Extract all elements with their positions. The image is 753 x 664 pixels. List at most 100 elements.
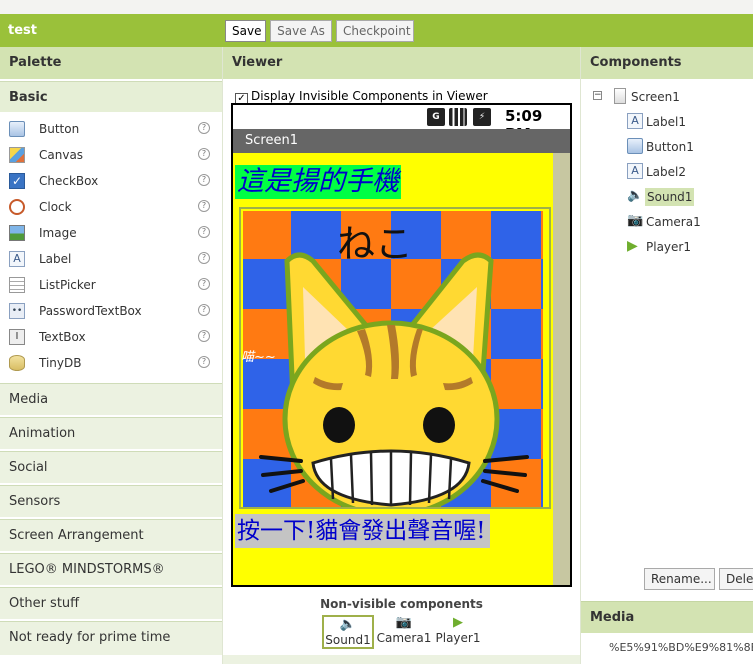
project-toolbar: test Save Save As Checkpoint <box>0 14 753 47</box>
palette-item-clock[interactable]: Clock ? <box>0 194 222 220</box>
palette-item-label: Button <box>39 122 80 136</box>
password-icon: •• <box>9 303 25 319</box>
media-file-item[interactable]: %E5%91%BD%E9%81%8B <box>609 641 753 654</box>
palette-item-passwordtextbox[interactable]: •• PasswordTextBox ? <box>0 298 222 324</box>
screen-title-bar: Screen1 <box>233 129 570 153</box>
palette-item-button[interactable]: Button ? <box>0 116 222 142</box>
nonvisible-label: Player1 <box>435 631 481 645</box>
button-icon <box>9 121 25 137</box>
components-header: Components <box>581 47 753 79</box>
browser-strip <box>0 0 753 14</box>
phone-status-bar: G ⚡ 5:09 PM <box>233 105 570 143</box>
viewer-footer <box>223 655 580 664</box>
palette-item-label: TinyDB <box>39 356 82 370</box>
meow-text: 喵~~ <box>241 350 276 365</box>
drawer-animation[interactable]: Animation <box>0 417 222 449</box>
play-icon: ▶ <box>453 615 463 630</box>
help-icon[interactable]: ? <box>198 330 210 342</box>
display-invisible-label: Display Invisible Components in Viewer <box>251 89 488 103</box>
checkpoint-button[interactable]: Checkpoint <box>336 20 414 42</box>
screen-scrollbar[interactable] <box>553 153 570 585</box>
help-icon[interactable]: ? <box>198 174 210 186</box>
help-icon[interactable]: ? <box>198 304 210 316</box>
signal-icon <box>449 108 467 126</box>
drawer-basic[interactable]: Basic <box>0 81 222 112</box>
help-icon[interactable]: ? <box>198 226 210 238</box>
help-icon[interactable]: ? <box>198 278 210 290</box>
tree-node-label: Button1 <box>646 140 694 154</box>
palette-item-label: TextBox <box>39 330 86 344</box>
label-icon: A <box>627 113 643 129</box>
speaker-icon: 🔈 <box>339 617 357 632</box>
collapse-toggle-icon[interactable]: − <box>593 91 602 100</box>
database-icon <box>9 355 25 371</box>
viewer-panel: Viewer ✓ Display Invisible Components in … <box>223 47 581 664</box>
palette-item-label: Label <box>39 252 72 266</box>
tree-node-label: Label2 <box>646 165 687 179</box>
tree-node-label: Player1 <box>646 240 691 254</box>
palette-item-label[interactable]: A Label ? <box>0 246 222 272</box>
nonvisible-player1[interactable]: ▶ Player1 <box>434 615 482 649</box>
drawer-lego-mindstorms[interactable]: LEGO® MINDSTORMS® <box>0 553 222 585</box>
tree-node-label1[interactable]: A Label1 <box>627 112 752 132</box>
image-icon <box>9 225 25 241</box>
listpicker-icon <box>9 277 25 293</box>
palette-item-label: ListPicker <box>39 278 96 292</box>
palette-item-label: Canvas <box>39 148 84 162</box>
nonvisible-camera1[interactable]: 📷 Camera1 <box>376 615 432 649</box>
save-button[interactable]: Save <box>225 20 266 42</box>
label-icon: A <box>9 251 25 267</box>
palette-item-label: Clock <box>39 200 72 214</box>
camera-icon: 📷 <box>627 213 644 228</box>
palette-item-image[interactable]: Image ? <box>0 220 222 246</box>
cat-image: ねこ 喵~~ <box>241 209 549 507</box>
drawer-screen-arrangement[interactable]: Screen Arrangement <box>0 519 222 551</box>
save-as-button[interactable]: Save As <box>270 20 332 42</box>
help-icon[interactable]: ? <box>198 252 210 264</box>
nonvisible-sound1[interactable]: 🔈 Sound1 <box>322 615 374 649</box>
drawer-other-stuff[interactable]: Other stuff <box>0 587 222 619</box>
play-icon: ▶ <box>627 238 638 254</box>
textbox-icon: I <box>9 329 25 345</box>
tree-node-camera1[interactable]: 📷 Camera1 <box>627 212 752 232</box>
palette-item-label: Image <box>39 226 77 240</box>
label2-preview[interactable]: 按一下!貓會發出聲音喔! <box>235 514 490 548</box>
button1-preview[interactable]: ねこ 喵~~ <box>239 207 551 509</box>
help-icon[interactable]: ? <box>198 148 210 160</box>
checkbox-icon: ✓ <box>9 173 25 189</box>
drawer-media[interactable]: Media <box>0 383 222 415</box>
tree-node-screen1[interactable]: Screen1 <box>612 87 752 107</box>
help-icon[interactable]: ? <box>198 356 210 368</box>
screen-icon <box>614 88 626 104</box>
palette-item-tinydb[interactable]: TinyDB ? <box>0 350 222 376</box>
tree-node-player1[interactable]: ▶ Player1 <box>627 237 752 257</box>
palette-item-checkbox[interactable]: ✓ CheckBox ? <box>0 168 222 194</box>
label1-preview[interactable]: 這是揚的手機 <box>235 165 401 199</box>
palette-item-listpicker[interactable]: ListPicker ? <box>0 272 222 298</box>
drawer-social[interactable]: Social <box>0 451 222 483</box>
gps-icon: G <box>427 108 445 126</box>
project-name: test <box>8 23 37 38</box>
tree-node-button1[interactable]: Button1 <box>627 137 752 157</box>
palette-item-textbox[interactable]: I TextBox ? <box>0 324 222 350</box>
nonvisible-title: Non-visible components <box>320 597 483 611</box>
nonvisible-label: Camera1 <box>376 631 432 645</box>
drawer-not-ready[interactable]: Not ready for prime time <box>0 621 222 655</box>
camera-icon: 📷 <box>395 615 413 630</box>
rename-button[interactable]: Rename... <box>644 568 715 590</box>
screen1-canvas[interactable]: 這是揚的手機 ねこ 喵~~ 按一下!貓會發出聲音喔! <box>233 153 553 585</box>
neko-handwriting: ねこ <box>337 222 413 266</box>
button-icon <box>627 138 643 154</box>
palette-item-canvas[interactable]: Canvas ? <box>0 142 222 168</box>
palette-item-label: CheckBox <box>39 174 99 188</box>
help-icon[interactable]: ? <box>198 200 210 212</box>
palette-panel: Palette Basic Button ? Canvas ? ✓ CheckB… <box>0 47 223 664</box>
canvas-icon <box>9 147 25 163</box>
viewer-header: Viewer <box>223 47 580 79</box>
drawer-sensors[interactable]: Sensors <box>0 485 222 517</box>
tree-node-label: Screen1 <box>631 90 680 104</box>
delete-button[interactable]: Delete <box>719 568 753 590</box>
tree-node-label2[interactable]: A Label2 <box>627 162 752 182</box>
help-icon[interactable]: ? <box>198 122 210 134</box>
tree-node-sound1[interactable]: 🔈 Sound1 <box>627 187 752 207</box>
